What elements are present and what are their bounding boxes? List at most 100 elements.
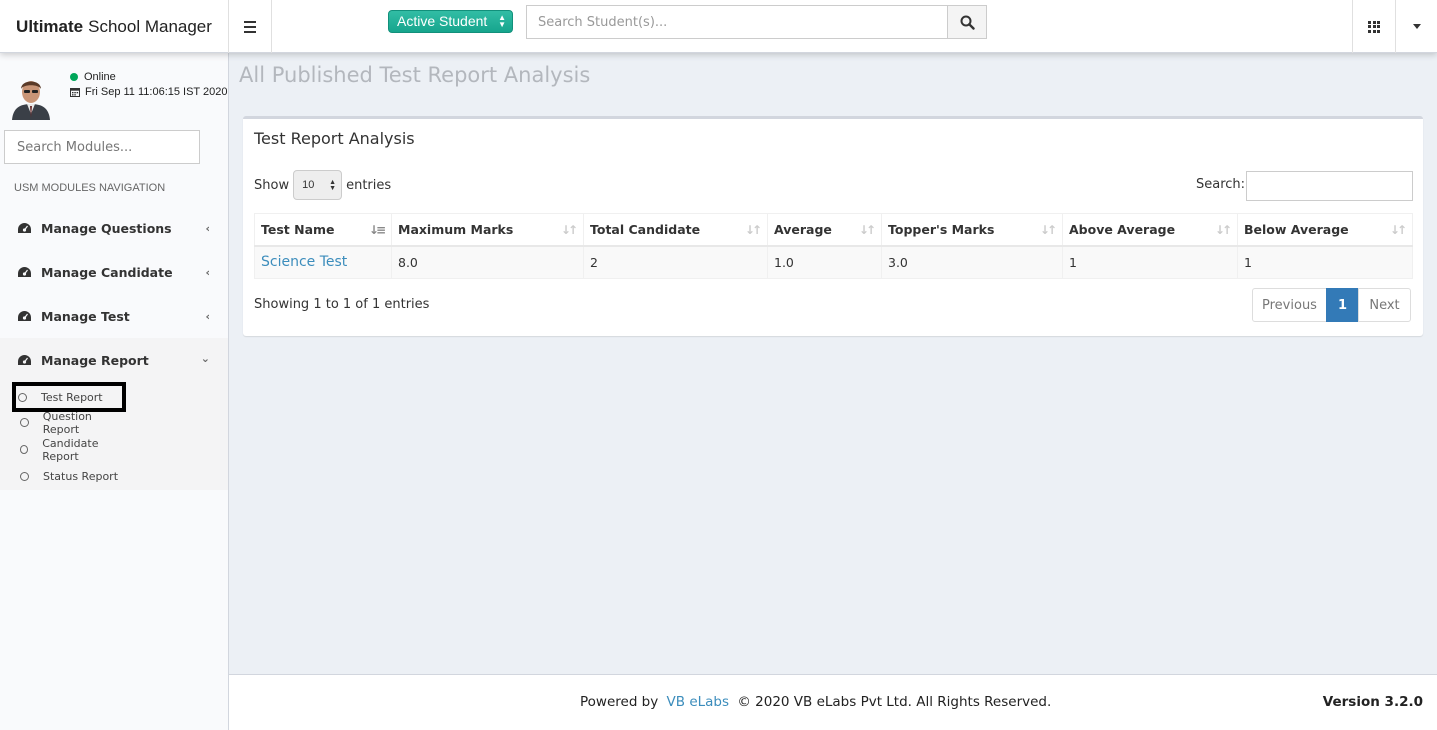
column-header-toppers-marks[interactable]: Topper's Marks ↓↑ (881, 213, 1063, 247)
circle-icon (20, 418, 29, 427)
table-cell: 3.0 (881, 245, 1063, 279)
sidebar-item-manage-test[interactable]: Manage Test ‹ (0, 294, 228, 338)
chevron-down-icon: ⌄ (200, 352, 210, 365)
submenu-item-question-report[interactable]: Question Report (14, 409, 128, 436)
column-header-above-average[interactable]: Above Average ↓↑ (1062, 213, 1238, 247)
submenu-item-label: Candidate Report (42, 436, 99, 463)
chevron-left-icon: ‹ (205, 266, 210, 279)
avatar[interactable] (10, 74, 52, 120)
sidebar-item-label: Manage Questions (41, 220, 172, 236)
sort-icon: ↓↑ (858, 223, 876, 237)
grid-icon (1368, 20, 1380, 33)
submenu-item-label: Test Report (41, 390, 103, 404)
table-cell: 1 (1062, 245, 1238, 279)
powered-by-label: Powered by (580, 694, 659, 710)
column-header-label: Above Average (1069, 221, 1176, 237)
table-row: Science Test 8.0 2 1.0 3.0 1 1 (254, 245, 1413, 279)
chevron-left-icon: ‹ (205, 310, 210, 323)
report-table: Test Name ↓≡ Maximum Marks ↓↑ Total Candid… (254, 213, 1413, 279)
next-page-button[interactable]: Next (1358, 288, 1411, 322)
sidebar-toggle-icon[interactable] (229, 0, 272, 53)
sidebar-item-manage-questions[interactable]: Manage Questions ‹ (0, 206, 228, 250)
calendar-icon (70, 88, 80, 97)
student-search-input[interactable] (526, 5, 948, 39)
circle-icon (20, 445, 29, 454)
column-header-label: Test Name (261, 221, 335, 237)
student-status-select[interactable]: Active Student ▲ ▼ (388, 10, 513, 33)
module-search-input[interactable] (4, 130, 200, 164)
column-header-label: Average (774, 221, 832, 237)
app-title-rest: School Manager (88, 17, 212, 36)
table-cell: 1.0 (767, 245, 882, 279)
chevron-left-icon: ‹ (205, 222, 210, 235)
search-button[interactable] (947, 5, 987, 39)
dashboard-icon (17, 222, 33, 234)
entries-length-value: 10 (302, 179, 315, 191)
column-header-average[interactable]: Average ↓↑ (767, 213, 882, 247)
sort-icon: ↓↑ (1039, 223, 1057, 237)
column-header-test-name[interactable]: Test Name ↓≡ (254, 213, 392, 247)
submenu-item-label: Status Report (43, 470, 119, 483)
table-search-input[interactable] (1246, 171, 1413, 201)
show-label: Show (254, 177, 290, 193)
app-logo[interactable]: Ultimate School Manager (0, 0, 229, 53)
box-title: Test Report Analysis (254, 129, 415, 148)
test-name-link[interactable]: Science Test (254, 245, 392, 279)
search-icon (960, 15, 975, 30)
previous-page-button[interactable]: Previous (1252, 288, 1327, 322)
column-header-total-candidate[interactable]: Total Candidate ↓↑ (583, 213, 768, 247)
column-header-maximum-marks[interactable]: Maximum Marks ↓↑ (391, 213, 584, 247)
column-header-below-average[interactable]: Below Average ↓↑ (1237, 213, 1413, 247)
column-header-label: Below Average (1244, 221, 1349, 237)
user-menu-toggle[interactable] (1395, 0, 1437, 53)
sort-icon: ↓↑ (1214, 223, 1232, 237)
company-link[interactable]: VB eLabs (667, 694, 730, 710)
datetime-text: Fri Sep 11 11:06:15 IST 2020 (85, 86, 228, 98)
student-status-value: Active Student (397, 13, 488, 29)
sidebar: Online Fri Sep 11 11:06:15 IST 2020 USM … (0, 53, 229, 730)
length-control: Show 10 ▲ ▼ entries (254, 170, 391, 200)
sort-icon: ↓↑ (1389, 223, 1407, 237)
version-label: Version 3.2.0 (1322, 694, 1423, 710)
sort-asc-icon: ↓≡ (368, 223, 386, 237)
sidebar-item-manage-report[interactable]: Manage Report ⌄ (0, 338, 228, 382)
dashboard-icon (17, 310, 33, 322)
nav-header: USM MODULES NAVIGATION (14, 182, 166, 194)
caret-down-icon (1412, 24, 1421, 29)
table-cell: 8.0 (391, 245, 584, 279)
page-title: All Published Test Report Analysis (239, 63, 591, 87)
submenu-item-test-report[interactable]: Test Report (12, 382, 126, 412)
online-label: Online (84, 71, 116, 83)
sidebar-item-label: Manage Candidate (41, 264, 173, 280)
online-status: Online (70, 71, 116, 83)
table-cell: 1 (1237, 245, 1413, 279)
dashboard-icon (17, 266, 33, 278)
pagination: Previous 1 Next (1252, 288, 1411, 322)
sort-icon: ↓↑ (744, 223, 762, 237)
copyright-text: © 2020 VB eLabs Pvt Ltd. All Rights Rese… (737, 694, 1052, 710)
column-header-label: Total Candidate (590, 221, 701, 237)
app-title-bold: Ultimate (16, 17, 84, 36)
select-arrows-icon: ▲ ▼ (498, 13, 506, 29)
table-search-label: Search: (1196, 177, 1246, 192)
entries-length-select[interactable]: 10 ▲ ▼ (293, 170, 343, 200)
submenu-item-candidate-report[interactable]: Candidate Report (14, 436, 128, 463)
sidebar-item-label: Manage Test (41, 308, 130, 324)
footer: Powered by VB eLabs © 2020 VB eLabs Pvt … (229, 674, 1437, 730)
table-info: Showing 1 to 1 of 1 entries (254, 297, 430, 312)
apps-grid-button[interactable] (1352, 0, 1395, 53)
top-navbar: Ultimate School Manager Active Student ▲… (0, 0, 1437, 53)
entries-label: entries (346, 177, 392, 193)
page-1-button[interactable]: 1 (1326, 288, 1359, 322)
submenu-item-status-report[interactable]: Status Report (14, 463, 128, 490)
column-header-label: Maximum Marks (398, 221, 514, 237)
table-header-row: Test Name ↓≡ Maximum Marks ↓↑ Total Candid… (254, 213, 1413, 247)
report-submenu: Test Report Question Report Candidate Re… (0, 382, 228, 490)
report-box: Test Report Analysis Show 10 ▲ ▼ entries … (243, 116, 1423, 336)
submenu-item-label: Question Report (42, 409, 92, 436)
select-arrows-icon: ▲ ▼ (329, 179, 337, 192)
dashboard-icon (17, 354, 33, 366)
sidebar-item-manage-candidate[interactable]: Manage Candidate ‹ (0, 250, 228, 294)
online-dot-icon (70, 73, 78, 81)
column-header-label: Topper's Marks (888, 221, 995, 237)
